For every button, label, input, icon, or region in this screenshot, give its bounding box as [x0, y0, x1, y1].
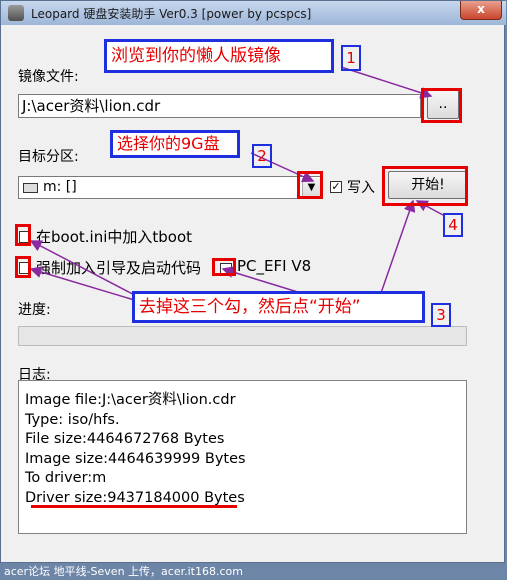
- app-window: Leopard 硬盘安装助手 Ver0.3 [power by pcspcs] …: [0, 0, 506, 563]
- highlight-underline: [31, 505, 237, 508]
- annotation-note-2: 选择你的9G盘: [110, 130, 240, 158]
- watermark: acer论坛 地平线-Seven 上传，acer.it168.com: [4, 565, 243, 578]
- annotation-number-3: 3: [431, 303, 451, 327]
- highlight-tboot: [15, 224, 31, 246]
- annotation-arrows: [29, 66, 444, 306]
- annotation-number-2: 2: [252, 144, 272, 168]
- highlight-dropdown: [297, 171, 323, 199]
- highlight-browse: [421, 88, 462, 123]
- annotation-number-4: 4: [443, 213, 463, 237]
- annotation-note-3: 去掉这三个勾，然后点“开始”: [132, 291, 425, 323]
- highlight-force-boot: [15, 256, 31, 278]
- annotation-number-1: 1: [341, 45, 361, 71]
- highlight-start: [382, 166, 468, 206]
- annotation-note-1: 浏览到你的懒人版镜像: [104, 39, 334, 73]
- highlight-pc-efi: [212, 258, 236, 276]
